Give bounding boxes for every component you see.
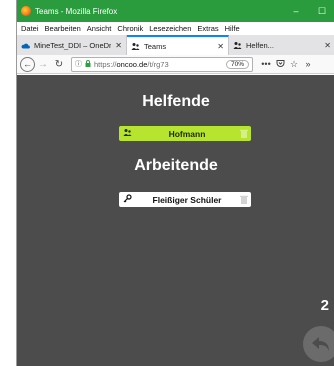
tab-strip: MineTest_DDI – OneDri ✕ Teams ✕ Helfen..… [17, 35, 334, 55]
key-icon [119, 194, 135, 205]
browser-window: Teams - Mozilla Firefox – ☐ Datei Bearbe… [16, 0, 334, 366]
count-label: 2 [320, 297, 329, 314]
trash-icon[interactable] [239, 129, 249, 139]
tab-helfen[interactable]: Helfen... ✕ [229, 35, 334, 55]
menu-item-ansicht[interactable]: Ansicht [87, 24, 112, 33]
tab-label: MineTest_DDI – OneDri [34, 40, 112, 50]
tab-close-icon[interactable]: ✕ [324, 41, 331, 50]
lock-icon[interactable] [85, 59, 91, 69]
tab-label: Teams [144, 41, 167, 51]
helper-card[interactable]: Hofmann [119, 126, 251, 141]
tab-onedrive[interactable]: MineTest_DDI – OneDri ✕ [17, 35, 127, 55]
window-title: Teams - Mozilla Firefox [35, 6, 118, 16]
team-icon [119, 128, 135, 139]
team-icon [233, 41, 242, 50]
trash-icon[interactable] [239, 195, 249, 205]
worker-name: Fleißiger Schüler [152, 194, 222, 205]
tab-teams[interactable]: Teams ✕ [127, 35, 229, 55]
undo-arrow-icon [312, 337, 329, 351]
navigation-bar: ← → ↻ ⓘ https://oncoo.de/t/rg73 70% ••• … [17, 55, 334, 74]
undo-button[interactable] [303, 326, 334, 362]
url-bar[interactable]: ⓘ https://oncoo.de/t/rg73 70% [71, 56, 253, 72]
helper-name: Hofmann [168, 128, 206, 139]
menu-item-bearbeiten[interactable]: Bearbeiten [45, 24, 81, 33]
heading-workers: Arbeitende [134, 157, 218, 174]
nav-tools: ••• ☆ » [259, 59, 315, 70]
url-scheme: https:// [94, 59, 117, 69]
page-content: Helfende Hofmann Arbeitende Fleißiger Sc… [17, 75, 334, 366]
tab-label: Helfen... [246, 40, 274, 50]
maximize-button[interactable]: ☐ [309, 0, 334, 22]
menu-bar: Datei Bearbeiten Ansicht Chronik Lesezei… [17, 22, 334, 35]
reload-icon[interactable]: ↻ [51, 56, 67, 72]
heading-helpers: Helfende [142, 93, 210, 110]
pocket-icon[interactable] [273, 59, 287, 70]
info-icon[interactable]: ⓘ [75, 59, 82, 69]
minimize-button[interactable]: – [283, 0, 309, 22]
url-host: oncoo.de [116, 59, 148, 69]
firefox-logo-icon [21, 6, 31, 16]
menu-item-chronik[interactable]: Chronik [117, 24, 143, 33]
cloud-icon [21, 41, 30, 50]
forward-arrow-icon[interactable]: → [35, 56, 51, 72]
tab-close-icon[interactable]: ✕ [115, 41, 122, 50]
overflow-chevron-icon[interactable]: » [301, 59, 315, 69]
menu-item-hilfe[interactable]: Hilfe [225, 24, 240, 33]
page-actions-menu-button[interactable]: ••• [259, 59, 273, 69]
worker-card[interactable]: Fleißiger Schüler [119, 192, 251, 207]
menu-item-datei[interactable]: Datei [21, 24, 39, 33]
bookmark-star-icon[interactable]: ☆ [287, 59, 301, 70]
menu-item-lesezeichen[interactable]: Lesezeichen [149, 24, 191, 33]
tab-close-icon[interactable]: ✕ [217, 42, 224, 51]
title-bar: Teams - Mozilla Firefox – ☐ [17, 0, 334, 22]
zoom-level-button[interactable]: 70% [225, 59, 249, 69]
team-icon [131, 42, 140, 51]
menu-item-extras[interactable]: Extras [197, 24, 218, 33]
back-arrow-icon[interactable]: ← [20, 56, 35, 72]
url-path: /t/rg73 [147, 59, 169, 69]
